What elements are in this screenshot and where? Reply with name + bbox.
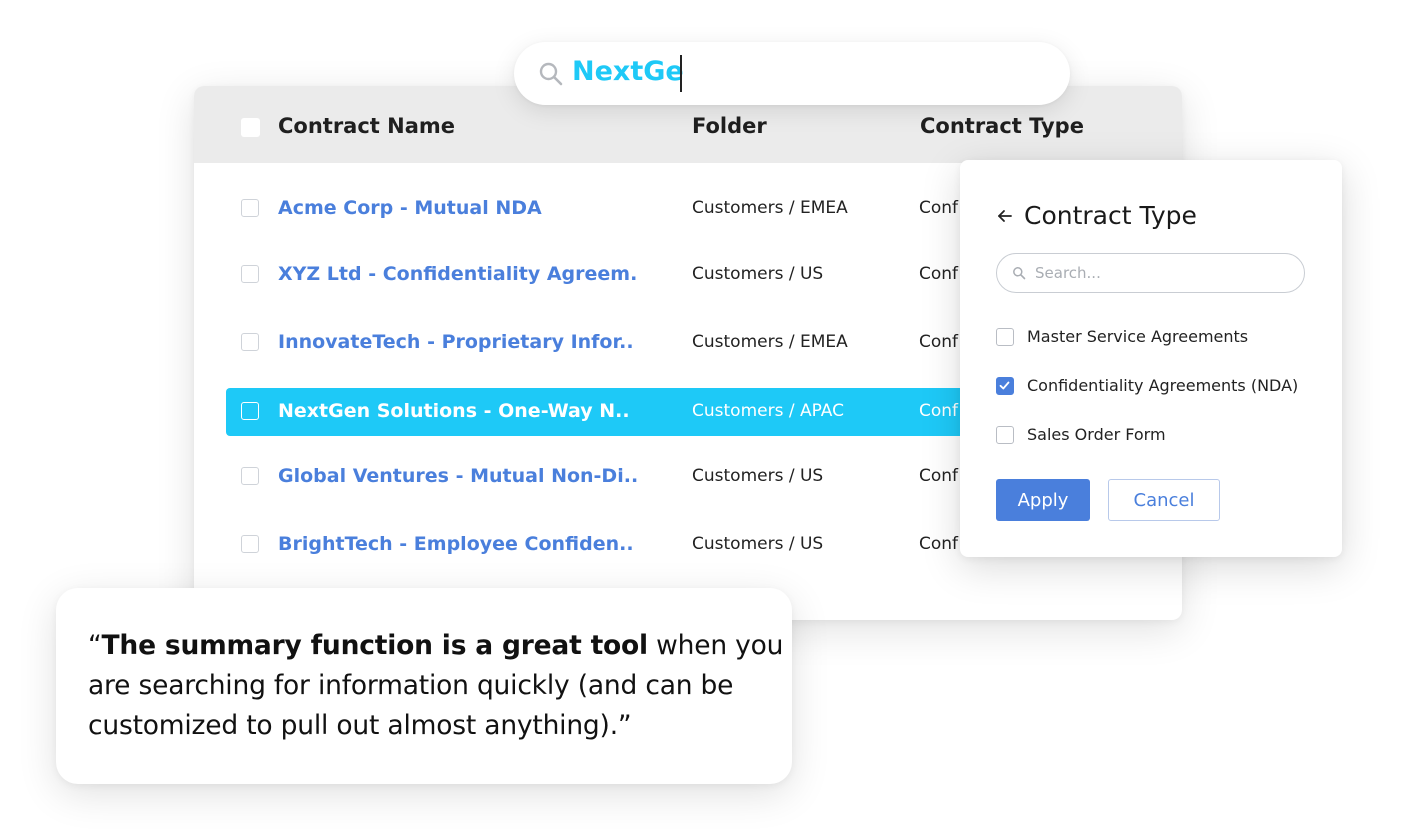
row-checkbox[interactable]	[241, 333, 259, 351]
search-icon	[1013, 267, 1026, 280]
row-checkbox[interactable]	[241, 402, 259, 420]
folder-cell: Customers / US	[692, 264, 824, 284]
contract-name-link[interactable]: NextGen Solutions - One-Way N..	[278, 400, 638, 422]
folder-cell: Customers / US	[692, 534, 824, 554]
cancel-button[interactable]: Cancel	[1108, 479, 1220, 521]
row-checkbox[interactable]	[241, 467, 259, 485]
testimonial-bold: The summary function is a great tool	[101, 630, 649, 661]
search-query-text[interactable]: NextGe	[572, 56, 684, 87]
option-checkbox[interactable]	[996, 328, 1014, 346]
option-checkbox-checked[interactable]	[996, 377, 1014, 395]
contract-name-link[interactable]: BrightTech - Employee Confiden..	[278, 533, 638, 555]
row-checkbox[interactable]	[241, 199, 259, 217]
filter-search-field[interactable]	[996, 253, 1305, 293]
folder-cell: Customers / EMEA	[692, 332, 848, 352]
contract-name-link[interactable]: XYZ Ltd - Confidentiality Agreem..	[278, 263, 638, 285]
folder-cell: Customers / US	[692, 466, 824, 486]
open-quote-mark: “	[88, 630, 102, 661]
filter-panel-title: Contract Type	[1024, 201, 1197, 230]
column-header-contract-name[interactable]: Contract Name	[278, 114, 455, 138]
option-label: Confidentiality Agreements (NDA)	[1027, 376, 1299, 395]
apply-button[interactable]: Apply	[996, 479, 1090, 521]
option-label: Sales Order Form	[1027, 425, 1166, 444]
search-icon	[539, 62, 563, 86]
contract-name-link[interactable]: Global Ventures - Mutual Non-Di..	[278, 465, 638, 487]
checkmark-icon	[999, 381, 1010, 390]
option-checkbox[interactable]	[996, 426, 1014, 444]
global-search-bar[interactable]: NextGe	[514, 42, 1070, 105]
contract-name-link[interactable]: Acme Corp - Mutual NDA	[278, 197, 638, 219]
folder-cell: Customers / APAC	[692, 401, 844, 421]
back-arrow-icon[interactable]	[996, 207, 1014, 225]
text-cursor	[680, 55, 682, 92]
row-checkbox[interactable]	[241, 535, 259, 553]
option-label: Master Service Agreements	[1027, 327, 1249, 346]
column-header-folder[interactable]: Folder	[692, 114, 767, 138]
filter-search-input[interactable]	[1035, 262, 1285, 284]
contract-name-link[interactable]: InnovateTech - Proprietary Infor..	[278, 331, 638, 353]
row-checkbox[interactable]	[241, 265, 259, 283]
contract-type-filter-panel: Contract Type Master Service Agreements …	[960, 160, 1342, 557]
testimonial-text: “The summary function is a great tool wh…	[88, 626, 788, 746]
column-header-contract-type[interactable]: Contract Type	[920, 114, 1084, 138]
testimonial-card: “The summary function is a great tool wh…	[56, 588, 792, 784]
select-all-checkbox[interactable]	[241, 118, 260, 137]
folder-cell: Customers / EMEA	[692, 198, 848, 218]
